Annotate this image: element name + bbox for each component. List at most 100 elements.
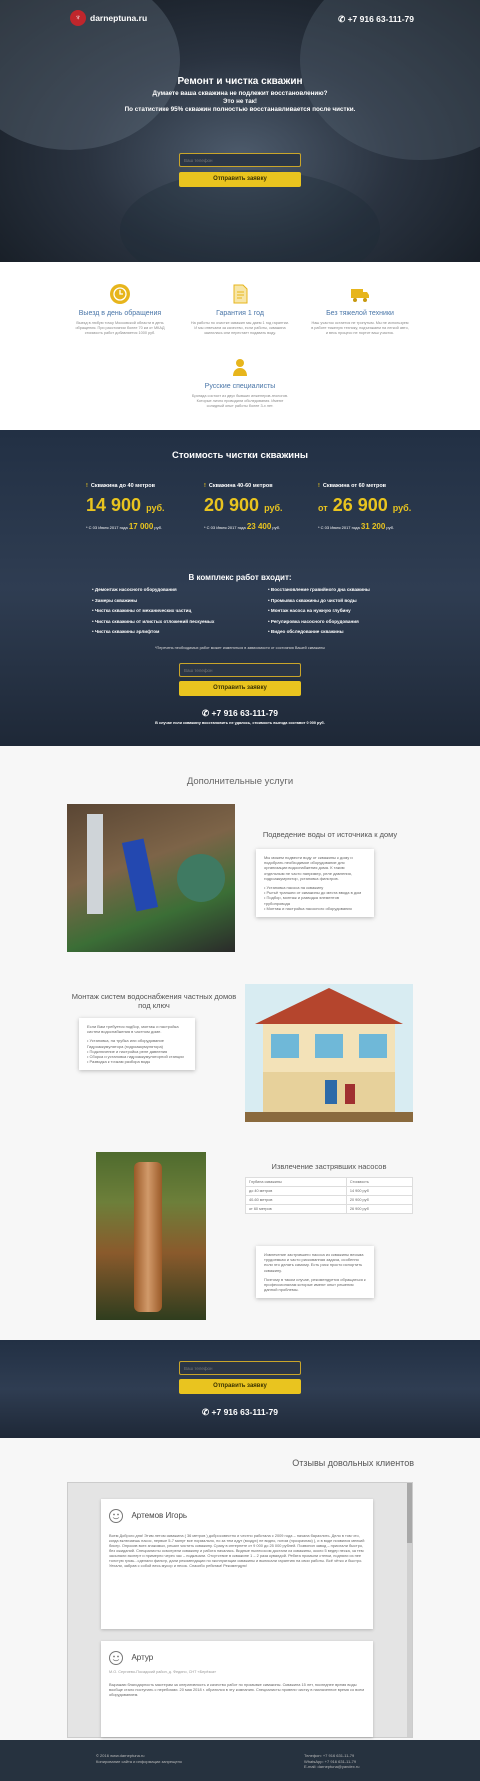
plan-old-currency: руб. <box>272 525 281 530</box>
table-row: 40-60 метров 20 900 руб <box>245 1195 414 1205</box>
table-cell: 26 900 руб <box>345 1204 414 1214</box>
service-item: Подбор, монтаж и разводка элементов труб… <box>264 895 366 905</box>
pipe-shape <box>87 814 103 914</box>
exclamation-icon: ! <box>86 483 88 489</box>
plan-old-price: 17 000 <box>128 522 154 531</box>
service-heading: Извлечение застрявших насосов <box>271 1162 387 1171</box>
review-author: Артур <box>131 1653 154 1663</box>
includes-list-left: Демонтаж насосного оборудования Замеры с… <box>92 585 214 638</box>
hero-subtitle: Думаете ваша скважина не подлежит восста… <box>152 90 328 97</box>
reviews-scroll-frame[interactable]: Артемов Игорь Всем Доброго дня! Этим лет… <box>67 1482 413 1738</box>
review-card: Артур М.О. Сергиево-Посадский район, д. … <box>101 1641 373 1737</box>
hero-subtitle: По статистике 95% скважин полностью восс… <box>124 106 356 113</box>
scrollbar-thumb[interactable] <box>407 1483 412 1543</box>
includes-item: Чистка скважины от илистых отложений пес… <box>92 617 214 628</box>
service-heading: Подведение воды от источника к дому <box>262 830 398 839</box>
feature-title: Русские специалисты <box>204 383 276 390</box>
feature-desc: Выезд в любую точку Московской области в… <box>75 321 165 335</box>
submit-button[interactable]: Отправить заявку <box>179 172 301 187</box>
feature-item: Гарантия 1 год На работы по очистке сква… <box>190 284 290 336</box>
cta-phone[interactable]: ✆ +7 916 63-111-79 <box>0 1407 480 1418</box>
includes-title: В комплекс работ входит: <box>188 573 292 582</box>
review-text: Всем Доброго дня! Этим летом скважина ( … <box>109 1533 365 1568</box>
service-text: Если Вам требуется подбор, монтаж и наст… <box>87 1024 179 1035</box>
phone-input[interactable] <box>179 663 301 677</box>
phone-input[interactable] <box>179 153 301 167</box>
services-title: Дополнительные услуги <box>186 776 294 787</box>
logo-icon: ♆ <box>70 10 86 26</box>
service-text: Мы можем подвести воду от скважины к дом… <box>264 855 353 881</box>
water-connection-photo <box>67 804 235 952</box>
price-plan: ! Скважина от 60 метров от 26 900 руб. * … <box>318 483 428 531</box>
footer: © 2016 www.darneptuna.ru Копирование сай… <box>0 1740 480 1781</box>
includes-item: Регулировка насосного оборудования <box>268 617 370 628</box>
pricing-phone-number: +7 916 63-111-79 <box>211 708 278 718</box>
table-header: Стоимость <box>345 1177 414 1187</box>
includes-item: Восстановление гравийного дна скважины <box>268 585 370 596</box>
feature-item: Русские специалисты Бригада состоит из д… <box>190 357 290 409</box>
feature-desc: Бригада состоит из двух бывших инженеров… <box>191 394 289 408</box>
service-card: Извлечение застрявшего насоса из скважин… <box>256 1246 374 1299</box>
feature-title: Без тяжелой техники <box>326 310 394 317</box>
cta-section: Отправить заявку ✆ +7 916 63-111-79 <box>0 1340 480 1438</box>
includes-item: Демонтаж насосного оборудования <box>92 585 214 596</box>
includes-item: Промывка скважины до чистой воды <box>268 596 370 607</box>
footer-note: Копирование сайта и информации запрещено <box>96 1758 183 1764</box>
submit-button[interactable]: Отправить заявку <box>179 1379 301 1394</box>
logo[interactable]: ♆ darneptuna.ru <box>70 10 147 26</box>
includes-item: Замеры скважины <box>92 596 214 607</box>
review-text: Выражаю благодарность мастерам за операт… <box>109 1682 364 1697</box>
service-heading: Монтаж систем водоснабжения частных домо… <box>71 992 237 1010</box>
plan-price: 20 900 <box>204 495 260 515</box>
header-phone-number: +7 916 63-111-79 <box>347 14 414 24</box>
plan-currency: руб. <box>392 503 412 513</box>
logo-text: darneptuna.ru <box>90 13 148 23</box>
pricing-phone[interactable]: ✆ +7 916 63-111-79 <box>0 708 480 719</box>
footer-phone[interactable]: Телефон: +7 916 631-11-79 <box>304 1753 359 1759</box>
reviews-title: Отзывы довольных клиентов <box>292 1458 414 1468</box>
footer-email[interactable]: E-mail: darneptuna@yandex.ru <box>304 1764 359 1770</box>
service-card: Мы можем подвести воду от скважины к дом… <box>256 849 374 918</box>
includes-item: Чистка скважины от механических частиц <box>92 606 214 617</box>
feature-desc: Наш участок остается не тронутым. Мы не … <box>311 321 409 335</box>
submit-button[interactable]: Отправить заявку <box>179 681 301 696</box>
header-phone[interactable]: ✆ +7 916 63-111-79 <box>338 14 414 25</box>
hero-title: Ремонт и чистка скважин <box>177 76 303 87</box>
scrollbar[interactable] <box>407 1483 412 1737</box>
plan-name: Скважина от 60 метров <box>322 483 387 489</box>
document-icon <box>230 284 250 304</box>
includes-item: Монтаж насоса на нужную глубину <box>268 606 370 617</box>
table-row: от 60 метров 26 900 руб <box>245 1204 414 1214</box>
smile-icon <box>109 1508 123 1523</box>
plan-old-currency: руб. <box>386 525 395 530</box>
table-cell: 20 900 руб <box>345 1195 414 1205</box>
reviews-section: Отзывы довольных клиентов Артемов Игорь … <box>0 1438 480 1740</box>
phone-input[interactable] <box>179 1361 301 1375</box>
feature-item: Выезд в день обращения Выезд в любую точ… <box>70 284 170 336</box>
truck-icon <box>350 284 370 304</box>
service-item: Установка, на трубка или оборудование Ги… <box>87 1038 187 1048</box>
table-cell: до 40 метров <box>245 1186 347 1196</box>
smile-icon <box>109 1650 123 1665</box>
plan-prefix: от <box>318 503 328 513</box>
pump-body-shape <box>134 1162 162 1312</box>
price-plan: ! Скважина до 40 метров 14 900 руб. * С 0… <box>86 483 196 531</box>
plan-old-note: * С 03 Июля 2017 года <box>86 525 128 530</box>
includes-item: Видео обследование скважины <box>268 627 370 638</box>
hero-form: Отправить заявку <box>179 153 301 187</box>
plan-price: 14 900 <box>86 495 142 515</box>
plan-name: Скважина 40-60 метров <box>208 483 273 489</box>
services-section: Дополнительные услуги Подведение воды от… <box>0 746 480 1340</box>
table-cell: 40-60 метров <box>245 1195 347 1205</box>
plan-price: 26 900 <box>332 495 388 515</box>
exclamation-icon: ! <box>204 483 206 489</box>
worker-icon <box>230 357 250 377</box>
hero-subtitle: Это не так! <box>223 98 257 105</box>
plan-old-price: 23 400 <box>246 522 272 531</box>
includes-item: Чистка скважины эрлифтом <box>92 627 214 638</box>
includes-list-right: Восстановление гравийного дна скважины П… <box>268 585 370 638</box>
guarantee-note: В случае если скважину восстановить не у… <box>155 721 325 725</box>
plan-old-currency: руб. <box>154 525 163 530</box>
plan-name: Скважина до 40 метров <box>90 483 155 489</box>
pump-shape <box>121 838 159 912</box>
